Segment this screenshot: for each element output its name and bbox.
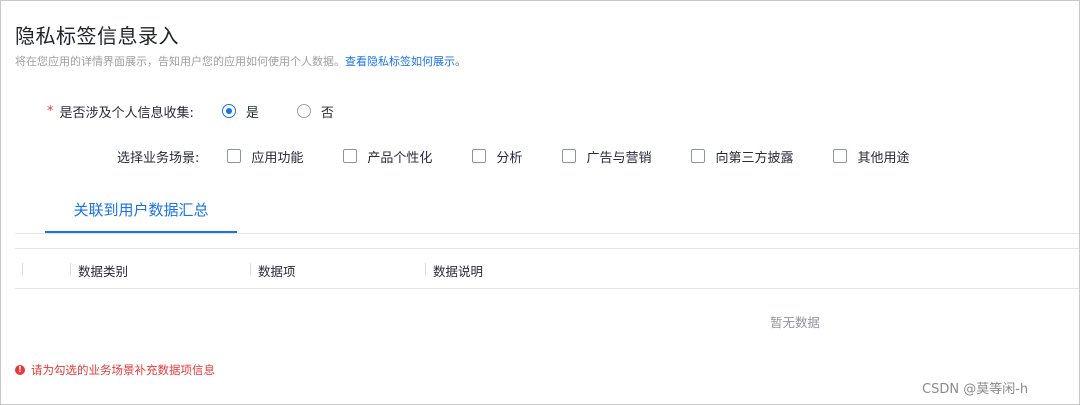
column-header-data-category: 数据类别 (78, 264, 129, 279)
radio-yes-label: 是 (245, 105, 259, 121)
checkbox-third-party-box[interactable] (691, 149, 706, 163)
checkbox-other-use-label: 其他用途 (857, 150, 910, 166)
scenarios-label: 选择业务场景: (117, 150, 200, 166)
radio-no-label: 否 (320, 105, 334, 121)
checkbox-other-use[interactable]: 其他用途 (833, 147, 909, 166)
personal-info-question: * 是否涉及个人信息收集: 是 否 (47, 101, 334, 121)
checkbox-advertising-box[interactable] (562, 149, 577, 163)
subtitle-text: 将在您应用的详情界面展示，告知用户您的应用如何使用个人数据。 (15, 55, 345, 68)
view-label-display-link[interactable]: 查看隐私标签如何展示。 (345, 55, 466, 68)
table-header-top-border (15, 248, 1079, 249)
radio-yes[interactable]: 是 (221, 102, 259, 121)
error-message: 请为勾选的业务场景补充数据项信息 (31, 363, 215, 377)
table-header-bottom-border (15, 288, 1079, 289)
column-separator (425, 263, 426, 275)
watermark: CSDN @莫等闲-h (922, 382, 1029, 397)
checkbox-personalization-label: 产品个性化 (367, 150, 433, 166)
column-header-data-item: 数据项 (258, 264, 296, 279)
table-empty-text: 暂无数据 (770, 315, 821, 330)
business-scenarios: 选择业务场景: 应用功能 产品个性化 分析 广告与营销 向第三方披露 其他用途 (117, 146, 909, 166)
checkbox-third-party[interactable]: 向第三方披露 (691, 147, 793, 166)
error-icon: ! (15, 365, 25, 375)
checkbox-analytics-label: 分析 (496, 150, 523, 166)
column-separator (22, 263, 23, 275)
column-separator (70, 263, 71, 275)
checkbox-advertising[interactable]: 广告与营销 (562, 147, 651, 166)
page-subtitle: 将在您应用的详情界面展示，告知用户您的应用如何使用个人数据。查看隐私标签如何展示… (15, 53, 466, 69)
checkbox-app-function-label: 应用功能 (251, 150, 304, 166)
checkbox-other-use-box[interactable] (833, 149, 848, 163)
checkbox-advertising-label: 广告与营销 (586, 150, 652, 166)
page-title: 隐私标签信息录入 (15, 24, 179, 48)
validation-error: ! 请为勾选的业务场景补充数据项信息 (15, 362, 215, 378)
tab-divider (15, 233, 1079, 234)
checkbox-app-function-box[interactable] (227, 149, 242, 163)
radio-no-circle[interactable] (296, 104, 311, 118)
radio-no[interactable]: 否 (296, 102, 334, 121)
required-mark: * (47, 103, 54, 119)
checkbox-analytics-box[interactable] (472, 149, 487, 163)
question-label: 是否涉及个人信息收集: (59, 105, 194, 121)
tab-user-data-summary[interactable]: 关联到用户数据汇总 (45, 199, 237, 233)
checkbox-personalization[interactable]: 产品个性化 (343, 147, 432, 166)
checkbox-app-function[interactable]: 应用功能 (227, 147, 303, 166)
column-separator (250, 263, 251, 275)
column-header-data-description: 数据说明 (433, 264, 484, 279)
checkbox-personalization-box[interactable] (343, 149, 358, 163)
radio-yes-circle[interactable] (221, 104, 236, 118)
page-frame: 隐私标签信息录入 将在您应用的详情界面展示，告知用户您的应用如何使用个人数据。查… (0, 0, 1080, 405)
checkbox-analytics[interactable]: 分析 (472, 147, 522, 166)
checkbox-third-party-label: 向第三方披露 (715, 150, 794, 166)
